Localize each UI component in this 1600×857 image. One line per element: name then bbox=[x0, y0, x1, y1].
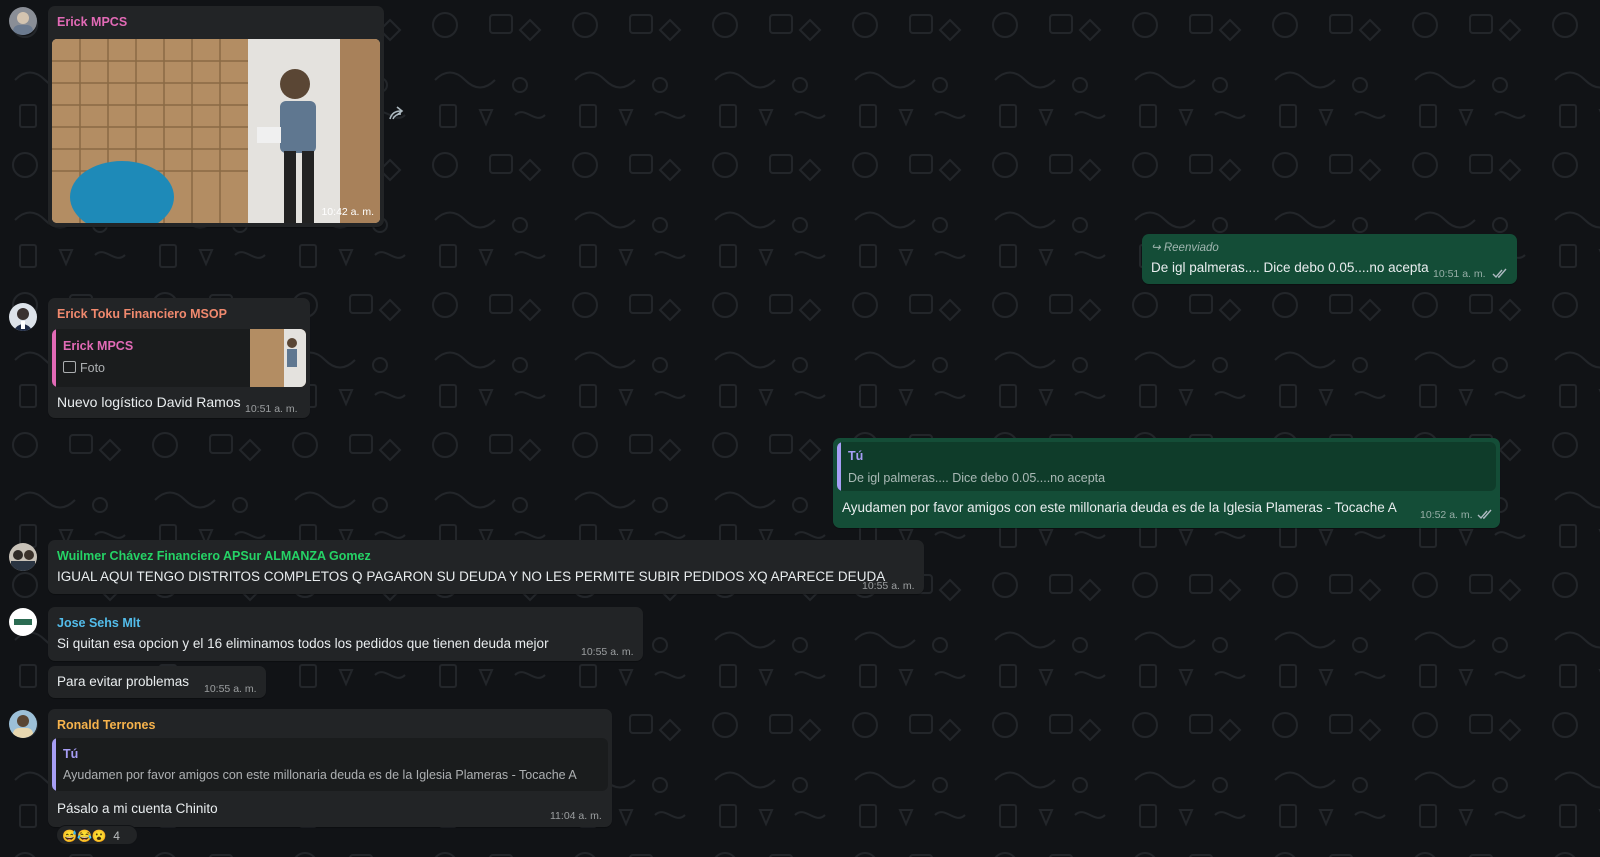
reaction-count: 4 bbox=[113, 829, 120, 843]
message-time: 10:55 a. m. bbox=[581, 646, 634, 658]
reaction-emoji: 😮 bbox=[91, 829, 107, 843]
sender-name[interactable]: Jose Sehs Mlt bbox=[57, 616, 140, 630]
avatar-image bbox=[9, 543, 37, 571]
avatar[interactable] bbox=[9, 710, 37, 738]
forward-icon-glyph bbox=[389, 106, 404, 120]
message-bubble[interactable]: Para evitar problemas 10:55 a. m. bbox=[48, 666, 266, 698]
message-bubble[interactable]: Ronald Terrones Tú Ayudamen por favor am… bbox=[48, 709, 612, 827]
message-erick-toku: Erick Toku Financiero MSOP Erick MPCS Fo… bbox=[0, 296, 420, 426]
message-time: 10:42 a. m. bbox=[321, 206, 374, 218]
quoted-message[interactable]: Tú Ayudamen por favor amigos con este mi… bbox=[52, 738, 608, 791]
message-ronald: Ronald Terrones Tú Ayudamen por favor am… bbox=[0, 705, 640, 857]
photo-image bbox=[52, 39, 380, 223]
message-jose: Jose Sehs Mlt Si quitan esa opcion y el … bbox=[0, 605, 660, 665]
quote-author: Erick MPCS bbox=[63, 339, 134, 353]
avatar[interactable] bbox=[9, 303, 37, 331]
message-jose-followup: Para evitar problemas 10:55 a. m. bbox=[0, 664, 300, 704]
reaction-emoji: 😂 bbox=[76, 829, 92, 843]
avatar-image bbox=[9, 7, 37, 35]
reaction-emoji: 😅 bbox=[62, 829, 77, 843]
quote-type: Foto bbox=[80, 361, 106, 375]
message-time: 11:04 a. m. bbox=[550, 810, 602, 822]
message-text: Si quitan esa opcion y el 16 eliminamos … bbox=[57, 636, 549, 651]
reactions-pill[interactable]: 😅😂😮 4 bbox=[56, 825, 138, 845]
photo-icon bbox=[63, 361, 76, 373]
message-photo-erick-mpcs: Erick MPCS 10:42 a. m. bbox=[0, 0, 420, 230]
message-text: Nuevo logístico David Ramos bbox=[57, 394, 241, 410]
quote-bar bbox=[52, 738, 56, 791]
message-bubble[interactable]: ↪ Reenviado De igl palmeras.... Dice deb… bbox=[1142, 234, 1517, 284]
message-time: 10:55 a. m. bbox=[862, 580, 915, 592]
sender-name[interactable]: Wuilmer Chávez Financiero APSur ALMANZA … bbox=[57, 549, 371, 563]
forward-small-icon: ↪ bbox=[1151, 242, 1164, 254]
avatar[interactable] bbox=[9, 543, 37, 571]
message-bubble[interactable]: Erick Toku Financiero MSOP Erick MPCS Fo… bbox=[48, 298, 310, 418]
quote-author: Tú bbox=[63, 747, 79, 761]
quote-media-label: Foto bbox=[63, 361, 105, 375]
message-bubble[interactable]: Tú De igl palmeras.... Dice debo 0.05...… bbox=[833, 438, 1500, 528]
forwarded-label: Reenviado bbox=[1163, 242, 1219, 254]
message-bubble[interactable]: Erick MPCS 10:42 a. m. bbox=[48, 6, 384, 227]
sender-name[interactable]: Erick Toku Financiero MSOP bbox=[57, 307, 227, 321]
avatar-image bbox=[9, 710, 37, 738]
avatar-image bbox=[9, 303, 37, 331]
forwarded-indicator: ↪ Reenviado bbox=[1151, 240, 1219, 254]
message-outgoing-reply: Tú De igl palmeras.... Dice debo 0.05...… bbox=[820, 436, 1540, 531]
message-time: 10:51 a. m. bbox=[245, 403, 298, 415]
forward-icon[interactable] bbox=[387, 106, 407, 122]
quote-thumbnail bbox=[250, 329, 306, 387]
quoted-message[interactable]: Erick MPCS Foto bbox=[52, 329, 306, 387]
quote-bar bbox=[837, 442, 841, 491]
message-text: Ayudamen por favor amigos con este millo… bbox=[842, 500, 1397, 515]
quote-author: Tú bbox=[848, 449, 864, 463]
message-time: 10:51 a. m. bbox=[1433, 268, 1486, 280]
quoted-message[interactable]: Tú De igl palmeras.... Dice debo 0.05...… bbox=[837, 442, 1496, 491]
quote-text: De igl palmeras.... Dice debo 0.05....no… bbox=[848, 471, 1106, 485]
message-text: De igl palmeras.... Dice debo 0.05....no… bbox=[1151, 260, 1429, 275]
double-check-icon bbox=[1477, 509, 1492, 520]
double-check-icon bbox=[1492, 268, 1507, 279]
message-outgoing-forwarded: ↪ Reenviado De igl palmeras.... Dice deb… bbox=[1110, 232, 1530, 292]
message-time: 10:55 a. m. bbox=[204, 683, 257, 695]
message-text: Para evitar problemas bbox=[57, 674, 190, 689]
avatar[interactable] bbox=[9, 608, 37, 636]
sender-name[interactable]: Ronald Terrones bbox=[57, 718, 155, 732]
photo-attachment[interactable]: 10:42 a. m. bbox=[52, 39, 380, 223]
avatar[interactable] bbox=[9, 7, 37, 35]
message-wuilmer: Wuilmer Chávez Financiero APSur ALMANZA … bbox=[0, 538, 930, 598]
message-bubble[interactable]: Jose Sehs Mlt Si quitan esa opcion y el … bbox=[48, 607, 643, 661]
message-text: IGUAL AQUI TENGO DISTRITOS COMPLETOS Q P… bbox=[57, 569, 886, 584]
quote-bar bbox=[52, 329, 56, 387]
message-bubble[interactable]: Wuilmer Chávez Financiero APSur ALMANZA … bbox=[48, 540, 924, 594]
message-text: Pásalo a mi cuenta Chinito bbox=[57, 801, 218, 816]
quote-text: Ayudamen por favor amigos con este millo… bbox=[63, 768, 577, 782]
avatar-image bbox=[9, 608, 37, 636]
message-time: 10:52 a. m. bbox=[1420, 509, 1473, 521]
sender-name[interactable]: Erick MPCS bbox=[57, 15, 127, 29]
